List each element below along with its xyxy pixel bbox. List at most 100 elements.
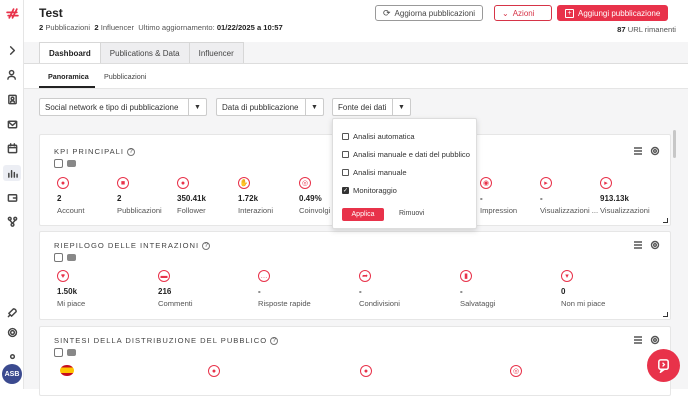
network-icon[interactable] bbox=[5, 214, 19, 228]
user-search-icon[interactable] bbox=[5, 67, 19, 81]
top-bar: Test 2 Pubblicazioni 2 Influencer Ultimo… bbox=[24, 0, 688, 42]
help-icon[interactable]: ? bbox=[127, 148, 135, 156]
interaction-item: ▬ 216 Commenti bbox=[158, 270, 193, 308]
filter-social-network[interactable]: Social network e tipo di pubblicazione ▼ bbox=[39, 98, 207, 116]
target-icon: ◎ bbox=[299, 177, 311, 189]
option-label: Analisi automatica bbox=[353, 132, 415, 141]
instagram-icon bbox=[54, 253, 63, 262]
checkbox-checked[interactable]: ✓ bbox=[342, 187, 349, 194]
gear-icon[interactable] bbox=[650, 146, 660, 156]
filter-publication-date[interactable]: Data di pubblicazione ▼ bbox=[216, 98, 324, 116]
filter-data-source[interactable]: Fonte dei dati ▼ bbox=[332, 98, 411, 116]
wallet-icon[interactable] bbox=[5, 190, 19, 204]
contacts-icon[interactable] bbox=[5, 92, 19, 106]
add-publication-button[interactable]: + Aggiungi pubblicazione bbox=[557, 5, 669, 21]
interaction-value: - bbox=[359, 287, 362, 296]
interaction-value: 1.50k bbox=[57, 287, 78, 296]
apply-button[interactable]: Applica bbox=[342, 208, 384, 221]
updated-value: 01/22/2025 a 10:57 bbox=[216, 23, 283, 32]
subtab-publications[interactable]: Pubblicazioni bbox=[104, 72, 146, 81]
kpi-label: Coinvolgi bbox=[299, 206, 331, 215]
option-monitoring[interactable]: ✓ Monitoraggio bbox=[342, 186, 397, 195]
kpi-label: Account bbox=[57, 206, 85, 215]
settings-icon[interactable] bbox=[5, 325, 19, 339]
audience-item: ◎ bbox=[510, 365, 522, 382]
calendar-icon[interactable] bbox=[5, 141, 19, 155]
kpi-item: ▸ 913.13k Visualizzazioni bbox=[600, 177, 650, 215]
tab-dashboard[interactable]: Dashboard bbox=[39, 42, 101, 63]
checkbox[interactable] bbox=[342, 151, 349, 158]
help-icon[interactable]: ? bbox=[202, 242, 211, 250]
location-icon: ● bbox=[208, 365, 220, 377]
left-rail: ASB bbox=[0, 0, 24, 389]
user-icon: ● bbox=[57, 177, 69, 189]
kpi-label: Visualizzazioni ... bbox=[540, 206, 599, 215]
tab-publications-data[interactable]: Publications & Data bbox=[99, 42, 190, 63]
option-manual-audience-analysis[interactable]: Analisi manuale e dati del pubblico bbox=[342, 150, 470, 159]
sliders-icon[interactable] bbox=[633, 146, 643, 156]
kpi-title: KPI PRINCIPALI? bbox=[54, 147, 135, 156]
gear-icon[interactable] bbox=[650, 335, 660, 345]
influencers-count: 2 bbox=[94, 23, 99, 32]
interaction-label: Non mi piace bbox=[561, 299, 606, 308]
interactions-title-text: RIEPILOGO DELLE INTERAZIONI bbox=[54, 241, 200, 250]
tab-influencer[interactable]: Influencer bbox=[188, 42, 244, 63]
refresh-label: Aggiorna pubblicazioni bbox=[394, 8, 476, 18]
interaction-value: - bbox=[460, 287, 463, 296]
publications-count: 2 bbox=[39, 23, 44, 32]
updated-label: Ultimo aggiornamento: bbox=[138, 23, 215, 32]
resize-handle[interactable] bbox=[663, 312, 668, 317]
analytics-icon[interactable] bbox=[3, 165, 21, 181]
remove-button[interactable]: Rimuovi bbox=[399, 210, 424, 217]
checkbox[interactable] bbox=[342, 169, 349, 176]
influencers-label: Influencer bbox=[100, 23, 135, 32]
instagram-icon bbox=[54, 348, 63, 357]
audience-card: SINTESI DELLA DISTRIBUZIONE DEL PUBBLICO… bbox=[39, 326, 671, 396]
sliders-icon[interactable] bbox=[633, 335, 643, 345]
filter-social-label: Social network e tipo di pubblicazione bbox=[45, 102, 179, 112]
chevron-right-icon[interactable] bbox=[5, 43, 19, 57]
main-area: Test 2 Pubblicazioni 2 Influencer Ultimo… bbox=[24, 0, 688, 396]
interaction-item: ♥ 1.50k Mi piace bbox=[57, 270, 85, 308]
refresh-publications-button[interactable]: ⟳ Aggiorna pubblicazioni bbox=[375, 5, 484, 21]
chat-button[interactable] bbox=[647, 349, 680, 382]
users-icon: ● bbox=[177, 177, 189, 189]
scrollbar[interactable] bbox=[673, 130, 676, 158]
subtab-overview[interactable]: Panoramica bbox=[48, 72, 89, 81]
plus-square-icon: + bbox=[565, 8, 574, 18]
gear-icon[interactable] bbox=[650, 240, 660, 250]
url-count: 87 bbox=[617, 25, 626, 34]
option-label: Analisi manuale e dati del pubblico bbox=[353, 150, 470, 159]
data-source-dropdown: Analisi automatica Analisi manuale e dat… bbox=[332, 118, 477, 229]
interaction-label: Condivisioni bbox=[359, 299, 400, 308]
option-manual-analysis[interactable]: Analisi manuale bbox=[342, 168, 407, 177]
profile-small-icon bbox=[5, 350, 19, 364]
resize-handle[interactable] bbox=[663, 218, 668, 223]
interaction-value: - bbox=[258, 287, 261, 296]
youtube-icon bbox=[67, 160, 76, 167]
logo-icon[interactable] bbox=[5, 6, 19, 20]
kpi-label: Interazioni bbox=[238, 206, 274, 215]
card-tools bbox=[633, 146, 660, 156]
youtube-icon bbox=[67, 254, 76, 261]
filter-date-label: Data di pubblicazione bbox=[222, 102, 299, 112]
avatar[interactable]: ASB bbox=[2, 364, 22, 384]
mail-icon[interactable] bbox=[5, 117, 19, 131]
kpi-item: ✋ 1.72k Interazioni bbox=[238, 177, 273, 215]
actions-button[interactable]: ⌄ Azioni bbox=[494, 5, 552, 21]
rocket-icon[interactable] bbox=[5, 305, 19, 319]
option-automatic-analysis[interactable]: Analisi automatica bbox=[342, 132, 415, 141]
help-icon[interactable]: ? bbox=[270, 337, 279, 345]
interaction-value: 0 bbox=[561, 287, 566, 296]
kpi-value: 1.72k bbox=[238, 194, 259, 203]
sliders-icon[interactable] bbox=[633, 240, 643, 250]
url-label: URL rimanenti bbox=[627, 25, 676, 34]
kpi-value: 913.13k bbox=[600, 194, 629, 203]
checkbox[interactable] bbox=[342, 133, 349, 140]
actions-label: Azioni bbox=[512, 8, 535, 18]
interaction-label: Mi piace bbox=[57, 299, 86, 308]
refresh-icon: ⟳ bbox=[383, 7, 391, 18]
add-publication-label: Aggiungi pubblicazione bbox=[578, 8, 661, 18]
caret-down-icon: ▼ bbox=[305, 99, 323, 115]
heart-icon: ♥ bbox=[57, 270, 69, 282]
